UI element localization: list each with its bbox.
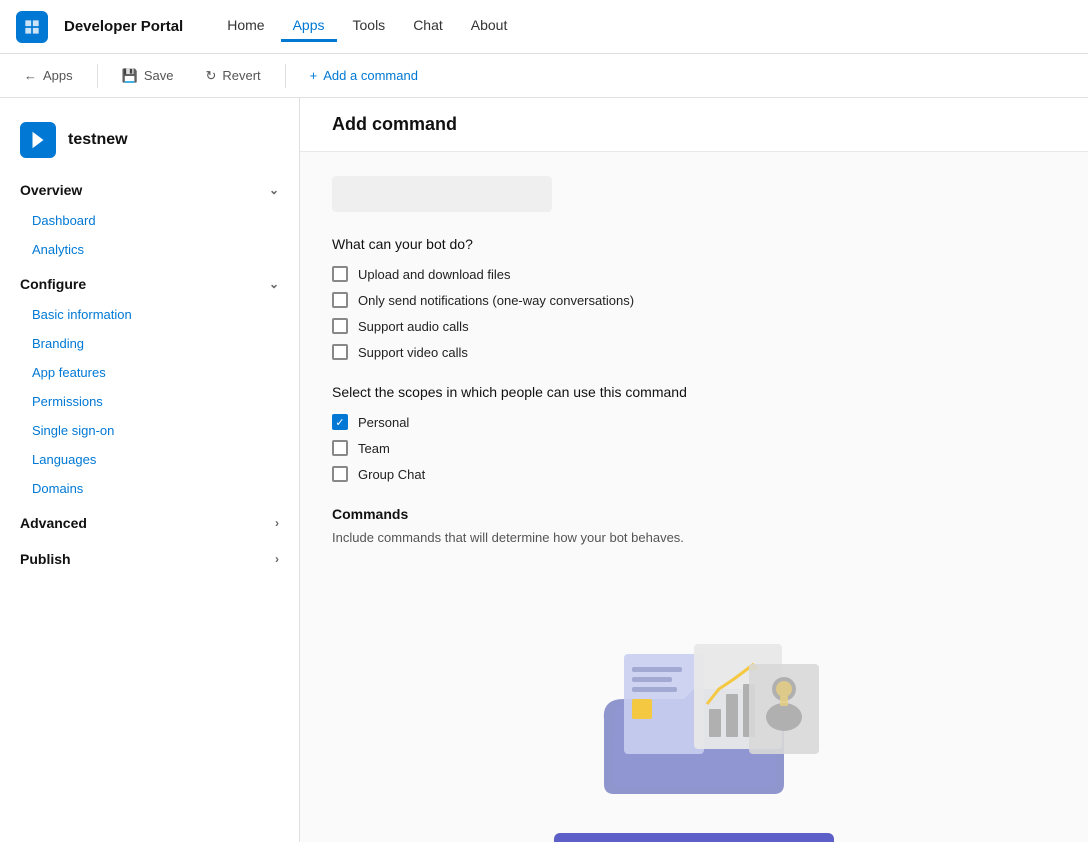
- configure-label: Configure: [20, 276, 86, 292]
- scope-team-row: Team: [332, 440, 1056, 456]
- sidebar-section-configure: Configure ⌄ Basic information Branding A…: [0, 268, 299, 503]
- top-navigation: Developer Portal Home Apps Tools Chat Ab…: [0, 0, 1088, 54]
- scopes-group: Personal Team Group Chat: [332, 414, 1056, 482]
- save-button[interactable]: 💾 Save: [114, 64, 182, 88]
- nav-links: Home Apps Tools Chat About: [215, 11, 519, 42]
- nav-tools[interactable]: Tools: [341, 11, 398, 42]
- bot-capabilities-label: What can your bot do?: [332, 236, 1056, 252]
- scope-personal-row: Personal: [332, 414, 1056, 430]
- revert-icon: ↻: [205, 68, 216, 84]
- capability-notifications-row: Only send notifications (one-way convers…: [332, 292, 1056, 308]
- nav-apps[interactable]: Apps: [281, 11, 337, 42]
- brand-logo: [16, 11, 48, 43]
- sidebar-item-branding[interactable]: Branding: [0, 329, 299, 358]
- app-name: testnew: [68, 131, 128, 149]
- back-icon: ←: [24, 68, 37, 83]
- commands-section: Commands Include commands that will dete…: [332, 506, 1056, 545]
- sidebar-item-app-features[interactable]: App features: [0, 358, 299, 387]
- revert-label: Revert: [222, 68, 260, 83]
- overview-label: Overview: [20, 182, 82, 198]
- capability-video-row: Support video calls: [332, 344, 1056, 360]
- brand-title: Developer Portal: [64, 18, 183, 35]
- illustration: [564, 609, 824, 809]
- capability-upload-row: Upload and download files: [332, 266, 1056, 282]
- advanced-chevron: ›: [275, 516, 279, 530]
- publish-label: Publish: [20, 551, 71, 567]
- add-command-label: Add a command: [323, 68, 418, 83]
- nav-home[interactable]: Home: [215, 11, 276, 42]
- toolbar-divider-1: [97, 64, 98, 88]
- capability-notifications-checkbox[interactable]: [332, 292, 348, 308]
- toolbar: ← Apps 💾 Save ↻ Revert + Add a command: [0, 54, 1088, 98]
- sidebar-item-domains[interactable]: Domains: [0, 474, 299, 503]
- capability-video-label: Support video calls: [358, 345, 468, 360]
- nav-about[interactable]: About: [459, 11, 520, 42]
- sidebar-item-analytics[interactable]: Analytics: [0, 235, 299, 264]
- commands-title: Commands: [332, 506, 1056, 522]
- sidebar-section-advanced: Advanced ›: [0, 507, 299, 539]
- toolbar-divider-2: [285, 64, 286, 88]
- advanced-label: Advanced: [20, 515, 87, 531]
- sidebar: testnew Overview ⌄ Dashboard Analytics C…: [0, 98, 300, 842]
- add-icon: +: [310, 68, 318, 83]
- capability-audio-label: Support audio calls: [358, 319, 469, 334]
- illustration-svg: [564, 609, 824, 809]
- publish-section-header[interactable]: Publish ›: [0, 543, 299, 575]
- back-label: Apps: [43, 68, 73, 83]
- page-title: Add command: [332, 114, 457, 135]
- scope-personal-label: Personal: [358, 415, 409, 430]
- nav-chat[interactable]: Chat: [401, 11, 455, 42]
- save-label: Save: [144, 68, 174, 83]
- capability-upload-checkbox[interactable]: [332, 266, 348, 282]
- scope-team-label: Team: [358, 441, 390, 456]
- capability-audio-checkbox[interactable]: [332, 318, 348, 334]
- advanced-section-header[interactable]: Advanced ›: [0, 507, 299, 539]
- commands-description: Include commands that will determine how…: [332, 530, 1056, 545]
- main-content: Add command What can your bot do? Upload…: [300, 98, 1088, 842]
- overview-section-header[interactable]: Overview ⌄: [0, 174, 299, 206]
- add-command-toolbar-button[interactable]: + Add a command: [302, 64, 426, 87]
- add-command-main-button[interactable]: Add a command: [554, 833, 834, 842]
- redacted-bar: [332, 176, 552, 212]
- sidebar-item-permissions[interactable]: Permissions: [0, 387, 299, 416]
- save-icon: 💾: [122, 68, 138, 84]
- scope-groupchat-checkbox[interactable]: [332, 466, 348, 482]
- scope-groupchat-label: Group Chat: [358, 467, 425, 482]
- sidebar-item-languages[interactable]: Languages: [0, 445, 299, 474]
- sidebar-item-dashboard[interactable]: Dashboard: [0, 206, 299, 235]
- app-icon: [20, 122, 56, 158]
- scopes-label: Select the scopes in which people can us…: [332, 384, 1056, 400]
- app-header: testnew: [0, 114, 299, 174]
- sidebar-section-publish: Publish ›: [0, 543, 299, 575]
- publish-chevron: ›: [275, 552, 279, 566]
- main-layout: testnew Overview ⌄ Dashboard Analytics C…: [0, 98, 1088, 842]
- scope-personal-checkbox[interactable]: [332, 414, 348, 430]
- page-header: Add command: [300, 98, 1088, 152]
- sidebar-item-sso[interactable]: Single sign-on: [0, 416, 299, 445]
- scope-groupchat-row: Group Chat: [332, 466, 1056, 482]
- capability-notifications-label: Only send notifications (one-way convers…: [358, 293, 634, 308]
- back-to-apps-button[interactable]: ← Apps: [16, 64, 81, 87]
- configure-section-header[interactable]: Configure ⌄: [0, 268, 299, 300]
- scope-team-checkbox[interactable]: [332, 440, 348, 456]
- overview-chevron: ⌄: [269, 183, 279, 197]
- content-area: What can your bot do? Upload and downloa…: [300, 152, 1088, 842]
- capability-audio-row: Support audio calls: [332, 318, 1056, 334]
- sidebar-section-overview: Overview ⌄ Dashboard Analytics: [0, 174, 299, 264]
- bot-capabilities-group: Upload and download files Only send noti…: [332, 266, 1056, 360]
- revert-button[interactable]: ↻ Revert: [197, 64, 268, 88]
- capability-upload-label: Upload and download files: [358, 267, 511, 282]
- capability-video-checkbox[interactable]: [332, 344, 348, 360]
- illustration-container: Add a command: [332, 569, 1056, 842]
- configure-chevron: ⌄: [269, 277, 279, 291]
- sidebar-item-basic-information[interactable]: Basic information: [0, 300, 299, 329]
